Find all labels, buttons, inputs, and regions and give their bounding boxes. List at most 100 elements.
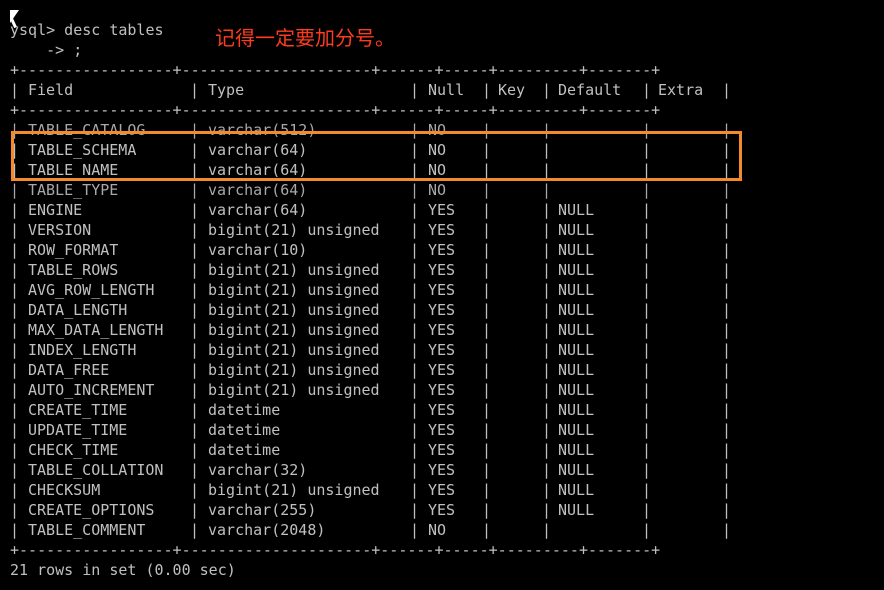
column-divider: | xyxy=(410,221,420,239)
terminal-window[interactable]: ysql> desc tables -> ; 记得一定要加分号。 +------… xyxy=(0,0,884,590)
cell-null: YES xyxy=(428,241,456,259)
column-divider: | xyxy=(482,341,492,359)
column-divider: | xyxy=(190,241,200,259)
column-divider: | xyxy=(542,201,552,219)
cell-null: YES xyxy=(428,281,456,299)
cell-field: UPDATE_TIME xyxy=(28,421,128,439)
column-divider: | xyxy=(722,241,732,259)
continuation-line: -> ; xyxy=(10,41,83,59)
table-top-border: +-----------------+---------------------… xyxy=(10,61,661,79)
cell-null: YES xyxy=(428,341,456,359)
cell-default: NULL xyxy=(558,281,595,299)
column-divider: | xyxy=(10,521,20,539)
cell-field: TABLE_ROWS xyxy=(28,261,119,279)
prompt-line: ysql> desc tables xyxy=(10,21,164,39)
cell-default: NULL xyxy=(558,401,595,419)
column-divider: | xyxy=(10,221,20,239)
cell-null: YES xyxy=(428,301,456,319)
column-divider: | xyxy=(482,421,492,439)
table-bottom-border: +-----------------+---------------------… xyxy=(10,541,661,559)
cell-default: NULL xyxy=(558,501,595,519)
table-header-row: | Field | Type | Null | Key | Default | … xyxy=(10,80,740,100)
table-header-border: +-----------------+---------------------… xyxy=(10,101,661,119)
column-divider: | xyxy=(722,261,732,279)
column-divider: | xyxy=(642,201,652,219)
column-divider: | xyxy=(10,181,20,199)
column-divider: | xyxy=(482,461,492,479)
column-divider: | xyxy=(482,381,492,399)
table-row: | | | | | | | CHECK_TIME datetime YES NULL xyxy=(10,440,740,460)
column-divider: | xyxy=(10,241,20,259)
column-divider: | xyxy=(190,501,200,519)
column-divider: | xyxy=(482,81,492,99)
column-divider: | xyxy=(190,301,200,319)
column-divider: | xyxy=(410,481,420,499)
column-divider: | xyxy=(10,381,20,399)
table-row: | | | | | | | AUTO_INCREMENT bigint(21) unsigned… xyxy=(10,380,740,400)
cell-null: YES xyxy=(428,421,456,439)
column-divider: | xyxy=(190,381,200,399)
column-divider: | xyxy=(10,321,20,339)
cell-field: VERSION xyxy=(28,221,92,239)
column-divider: | xyxy=(722,201,732,219)
cell-null: YES xyxy=(428,481,456,499)
semicolon-reminder-annotation: 记得一定要加分号。 xyxy=(215,26,395,50)
column-divider: | xyxy=(722,521,732,539)
table-row: | | | | | | | ROW_FORMAT varchar(10) YES NULL xyxy=(10,240,740,260)
column-divider: | xyxy=(410,201,420,219)
cell-field: ROW_FORMAT xyxy=(28,241,119,259)
cell-type: datetime xyxy=(208,421,281,439)
column-divider: | xyxy=(410,361,420,379)
cell-null: YES xyxy=(428,321,456,339)
column-divider: | xyxy=(410,341,420,359)
table-row: | | | | | | | CREATE_OPTIONS varchar(255) YES NULL xyxy=(10,500,740,520)
cell-type: varchar(32) xyxy=(208,461,308,479)
column-divider: | xyxy=(542,281,552,299)
cell-null: YES xyxy=(428,221,456,239)
cell-field: MAX_DATA_LENGTH xyxy=(28,321,164,339)
cell-field: CHECKSUM xyxy=(28,481,101,499)
column-divider: | xyxy=(10,261,20,279)
header-extra: Extra xyxy=(658,81,704,99)
cell-null: YES xyxy=(428,461,456,479)
column-divider: | xyxy=(642,241,652,259)
column-divider: | xyxy=(190,421,200,439)
column-divider: | xyxy=(642,481,652,499)
column-divider: | xyxy=(10,441,20,459)
cell-field: CREATE_OPTIONS xyxy=(28,501,155,519)
column-divider: | xyxy=(642,321,652,339)
column-divider: | xyxy=(10,461,20,479)
column-divider: | xyxy=(722,301,732,319)
table-row: | | | | | | | TABLE_COMMENT varchar(2048) NO xyxy=(10,520,740,540)
cell-field: TABLE_COLLATION xyxy=(28,461,164,479)
column-divider: | xyxy=(482,481,492,499)
cell-null: YES xyxy=(428,261,456,279)
column-divider: | xyxy=(190,441,200,459)
cell-type: bigint(21) unsigned xyxy=(208,341,380,359)
column-divider: | xyxy=(10,361,20,379)
column-divider: | xyxy=(410,421,420,439)
column-divider: | xyxy=(10,401,20,419)
cell-null: YES xyxy=(428,381,456,399)
column-divider: | xyxy=(482,321,492,339)
cell-default: NULL xyxy=(558,481,595,499)
column-divider: | xyxy=(482,401,492,419)
column-divider: | xyxy=(410,441,420,459)
column-divider: | xyxy=(410,401,420,419)
cell-null: YES xyxy=(428,441,456,459)
column-divider: | xyxy=(410,81,420,99)
cell-null: NO xyxy=(428,521,447,539)
cell-type: bigint(21) unsigned xyxy=(208,221,380,239)
cell-type: bigint(21) unsigned xyxy=(208,301,380,319)
column-divider: | xyxy=(190,401,200,419)
column-divider: | xyxy=(542,381,552,399)
column-divider: | xyxy=(642,441,652,459)
column-divider: | xyxy=(542,461,552,479)
cell-type: datetime xyxy=(208,441,281,459)
cell-null: NO xyxy=(428,181,447,199)
cell-field: DATA_LENGTH xyxy=(28,301,128,319)
column-divider: | xyxy=(542,441,552,459)
column-divider: | xyxy=(722,421,732,439)
cell-default: NULL xyxy=(558,321,595,339)
column-divider: | xyxy=(482,241,492,259)
